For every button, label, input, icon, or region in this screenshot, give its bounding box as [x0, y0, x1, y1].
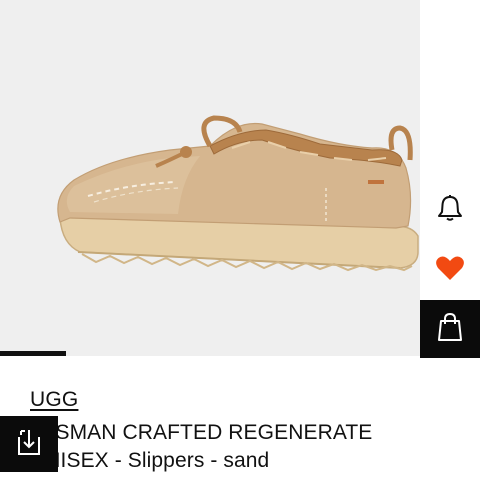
- action-rail: [420, 180, 480, 358]
- bell-icon: [437, 194, 463, 227]
- brand-link[interactable]: UGG: [30, 388, 78, 412]
- gallery-progress-bar: [0, 351, 420, 356]
- notify-button[interactable]: [420, 180, 480, 240]
- product-title-line-1: TASMAN CRAFTED REGENERATE: [30, 421, 373, 444]
- product-title-line-2: UNISEX - Slippers - sand: [30, 449, 270, 472]
- compare-button[interactable]: [0, 416, 58, 472]
- add-to-bag-button[interactable]: [420, 300, 480, 358]
- wishlist-button[interactable]: [420, 240, 480, 300]
- heart-icon: [435, 255, 465, 286]
- product-image[interactable]: [0, 0, 420, 355]
- gallery-progress-fill: [0, 351, 66, 356]
- shopping-bag-icon: [437, 312, 463, 347]
- compare-icon: [15, 427, 43, 462]
- slipper-illustration: [57, 115, 419, 272]
